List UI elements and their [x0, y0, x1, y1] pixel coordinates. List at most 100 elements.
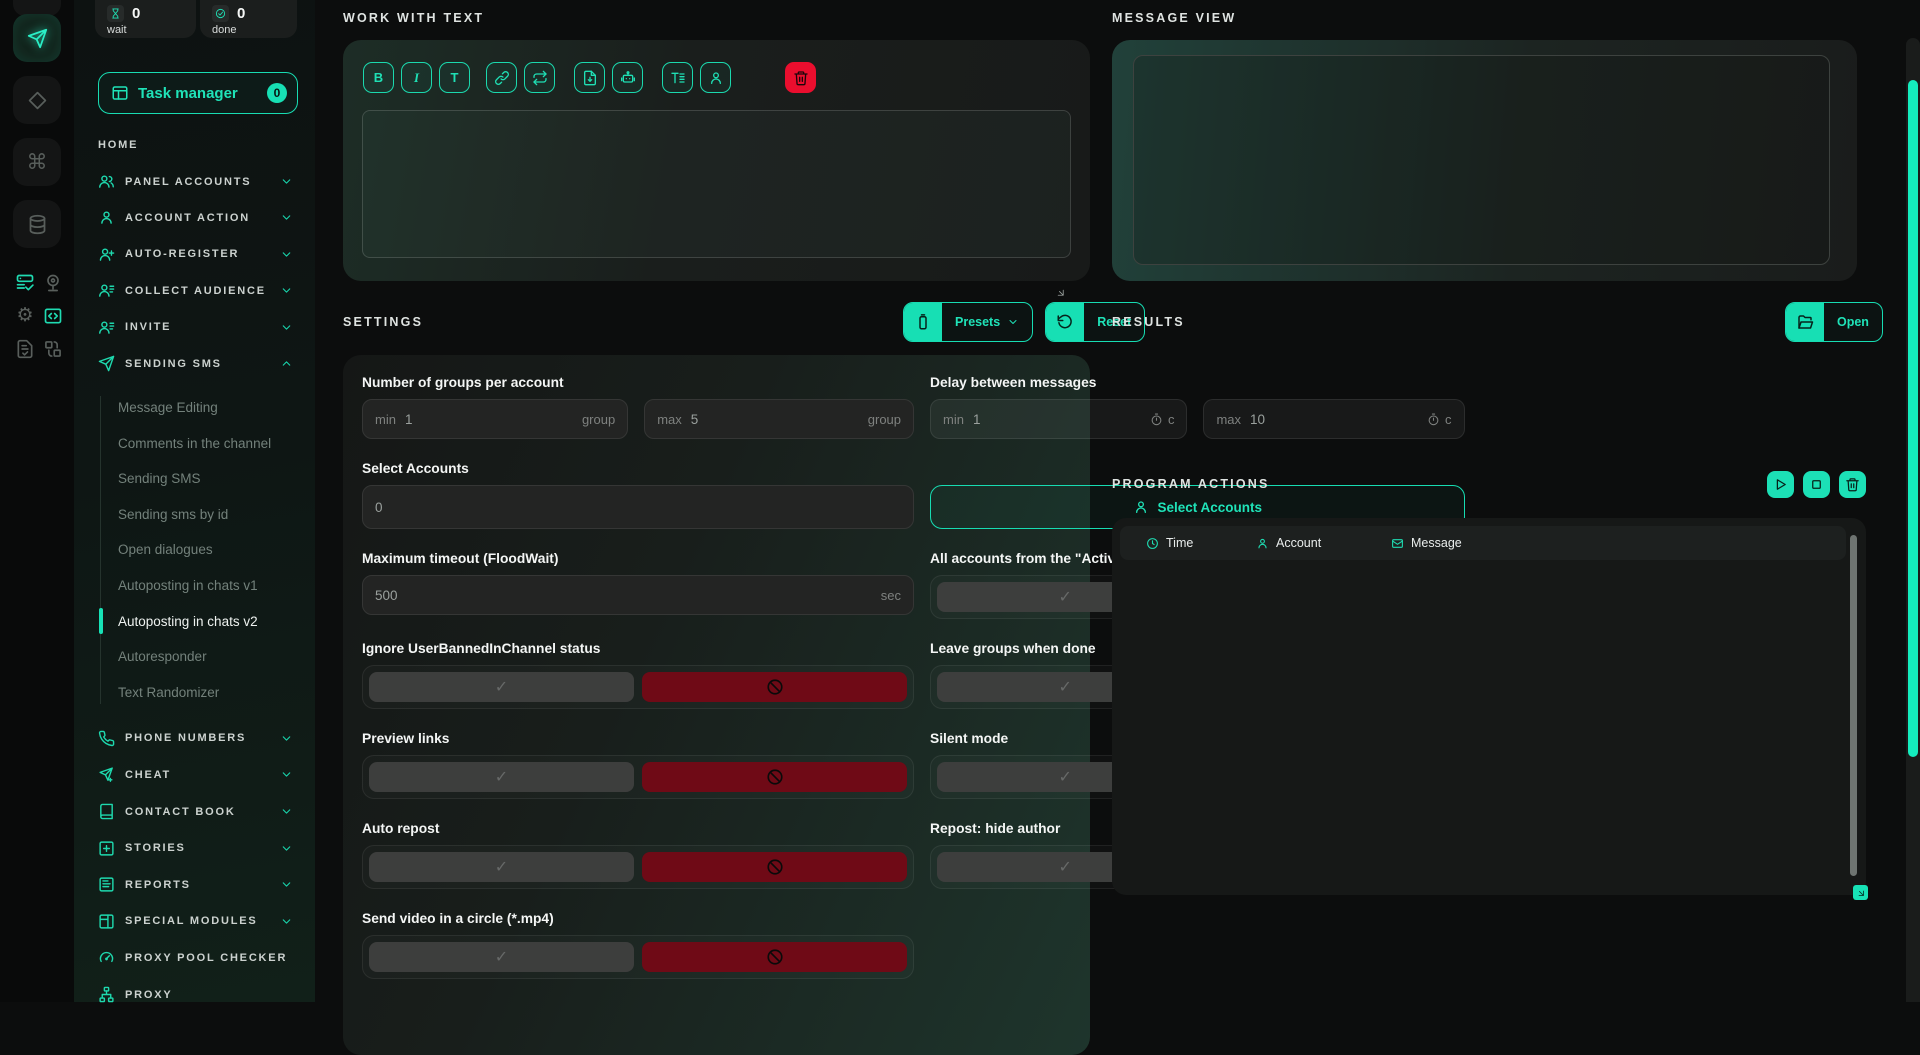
allow-toggle-button[interactable]: ✓	[369, 762, 634, 792]
textarea-resize-icon[interactable]	[1054, 286, 1064, 296]
window-scrollbar-track	[1906, 38, 1920, 1002]
diamond-icon	[27, 90, 48, 111]
sidebar-item-proxy-pool-checker[interactable]: PROXY POOL CHECKER	[74, 940, 315, 977]
task-manager-icon	[111, 84, 129, 102]
accounts-count-field	[362, 485, 914, 529]
rail-commands-button[interactable]: ⌘	[13, 138, 61, 186]
text-template-button[interactable]	[662, 62, 693, 93]
hourglass-icon	[107, 5, 124, 22]
rail-database-button[interactable]	[13, 200, 61, 248]
spinner-repeat-button[interactable]	[524, 62, 555, 93]
rail-sender-button[interactable]	[13, 14, 61, 62]
paper-plane-icon	[27, 28, 48, 49]
delay-min-input[interactable]	[973, 412, 1150, 427]
subitem-sending-sms[interactable]: Sending SMS	[74, 461, 315, 497]
sidebar-item-sending-sms[interactable]: SENDING SMS	[74, 345, 315, 381]
swap-icon[interactable]	[43, 339, 63, 359]
sidebar-item-stories[interactable]: STORIES	[74, 830, 315, 867]
subitem-autoposting-v1[interactable]: Autoposting in chats v1	[74, 568, 315, 604]
program-actions-table: Time Account Message	[1112, 518, 1866, 895]
mention-user-button[interactable]	[700, 62, 731, 93]
text-toolbar: B I T	[363, 62, 816, 93]
allow-toggle-button[interactable]: ✓	[369, 672, 634, 702]
sidebar-item-reports[interactable]: REPORTS	[74, 866, 315, 903]
timeout-input[interactable]	[375, 588, 881, 603]
chevron-down-icon	[280, 915, 293, 928]
sidebar-item-special-modules[interactable]: SPECIAL MODULES	[74, 903, 315, 940]
message-text-input[interactable]	[362, 110, 1071, 258]
task-manager-button[interactable]: Task manager 0	[98, 72, 298, 114]
allow-toggle-button[interactable]: ✓	[369, 852, 634, 882]
chevron-down-icon	[280, 211, 293, 224]
stop-button[interactable]	[1803, 471, 1830, 498]
results-actions: Open	[1785, 302, 1883, 342]
chevron-down-icon	[280, 321, 293, 334]
subitem-autoposting-v2[interactable]: Autoposting in chats v2	[74, 603, 315, 639]
insert-link-button[interactable]	[486, 62, 517, 93]
block-toggle-button[interactable]	[642, 672, 907, 702]
gear-icon[interactable]: ⚙	[15, 306, 35, 326]
text-style-button[interactable]: T	[439, 62, 470, 93]
subitem-sending-sms-by-id[interactable]: Sending sms by id	[74, 497, 315, 533]
bot-button[interactable]	[612, 62, 643, 93]
subitem-text-randomizer[interactable]: Text Randomizer	[74, 674, 315, 710]
chevron-down-icon	[280, 805, 293, 818]
person-lines-icon	[98, 282, 115, 299]
column-account: Account	[1256, 536, 1391, 550]
sidebar-item-cheat[interactable]: CHEAT	[74, 757, 315, 794]
subitem-comments-in-channel[interactable]: Comments in the channel	[74, 425, 315, 461]
import-file-button[interactable]	[574, 62, 605, 93]
bold-button[interactable]: B	[363, 62, 394, 93]
table-resize-handle[interactable]	[1853, 885, 1868, 900]
accounts-count-input[interactable]	[375, 500, 901, 515]
window-scrollbar-thumb[interactable]	[1908, 80, 1918, 757]
command-icon: ⌘	[27, 152, 48, 173]
report-icon	[98, 876, 115, 893]
clear-text-button[interactable]	[785, 62, 816, 93]
chevron-down-icon	[280, 732, 293, 745]
groups-max-field: max group	[644, 399, 914, 439]
table-scrollbar-thumb[interactable]	[1850, 535, 1857, 876]
sidebar-item-contact-book[interactable]: CONTACT BOOK	[74, 793, 315, 830]
delay-max-field: max c	[1203, 399, 1464, 439]
italic-button[interactable]: I	[401, 62, 432, 93]
sidebar-item-phone-numbers[interactable]: PHONE NUMBERS	[74, 720, 315, 757]
stat-card-wait: 0 wait	[95, 0, 196, 38]
chevron-down-icon	[280, 284, 293, 297]
subitem-message-editing[interactable]: Message Editing	[74, 390, 315, 426]
groups-min-input[interactable]	[405, 412, 582, 427]
sidebar-item-auto-register[interactable]: AUTO-REGISTER	[74, 236, 315, 272]
clear-log-button[interactable]	[1839, 471, 1866, 498]
message-view-panel	[1112, 40, 1857, 281]
column-time: Time	[1146, 536, 1256, 550]
rail-premium-button[interactable]	[13, 76, 61, 124]
block-toggle-button[interactable]	[642, 762, 907, 792]
block-toggle-button[interactable]	[642, 852, 907, 882]
timeout-input-field: sec	[362, 575, 914, 615]
sidebar-item-invite[interactable]: INVITE	[74, 309, 315, 345]
subitem-open-dialogues[interactable]: Open dialogues	[74, 532, 315, 568]
subitem-autoresponder[interactable]: Autoresponder	[74, 639, 315, 675]
sidebar-item-proxy[interactable]: PROXY	[74, 976, 315, 1013]
sidebar-item-home[interactable]: HOME	[74, 127, 315, 163]
delay-between-messages-field: Delay between messages min c max c	[930, 375, 1465, 439]
block-toggle-button[interactable]	[642, 942, 907, 972]
open-results-button[interactable]: Open	[1785, 302, 1883, 342]
groups-max-input[interactable]	[691, 412, 868, 427]
task-manager-badge: 0	[267, 83, 287, 103]
server-check-icon[interactable]	[15, 273, 35, 293]
message-view-title: MESSAGE VIEW	[1112, 11, 1236, 25]
chevron-up-icon	[280, 357, 293, 370]
allow-toggle-button[interactable]: ✓	[369, 942, 634, 972]
webcam-person-icon[interactable]	[43, 273, 63, 293]
sidebar-item-collect-audience[interactable]: COLLECT AUDIENCE	[74, 273, 315, 309]
sidebar-item-account-action[interactable]: ACCOUNT ACTION	[74, 200, 315, 236]
document-check-icon[interactable]	[15, 339, 35, 359]
database-icon	[27, 214, 48, 235]
delay-max-input[interactable]	[1250, 412, 1427, 427]
sidebar-item-panel-accounts[interactable]: PANEL ACCOUNTS	[74, 163, 315, 199]
chevron-down-icon	[280, 175, 293, 188]
code-box-icon[interactable]	[43, 306, 63, 326]
start-button[interactable]	[1767, 471, 1794, 498]
presets-button[interactable]: Presets	[903, 302, 1033, 342]
